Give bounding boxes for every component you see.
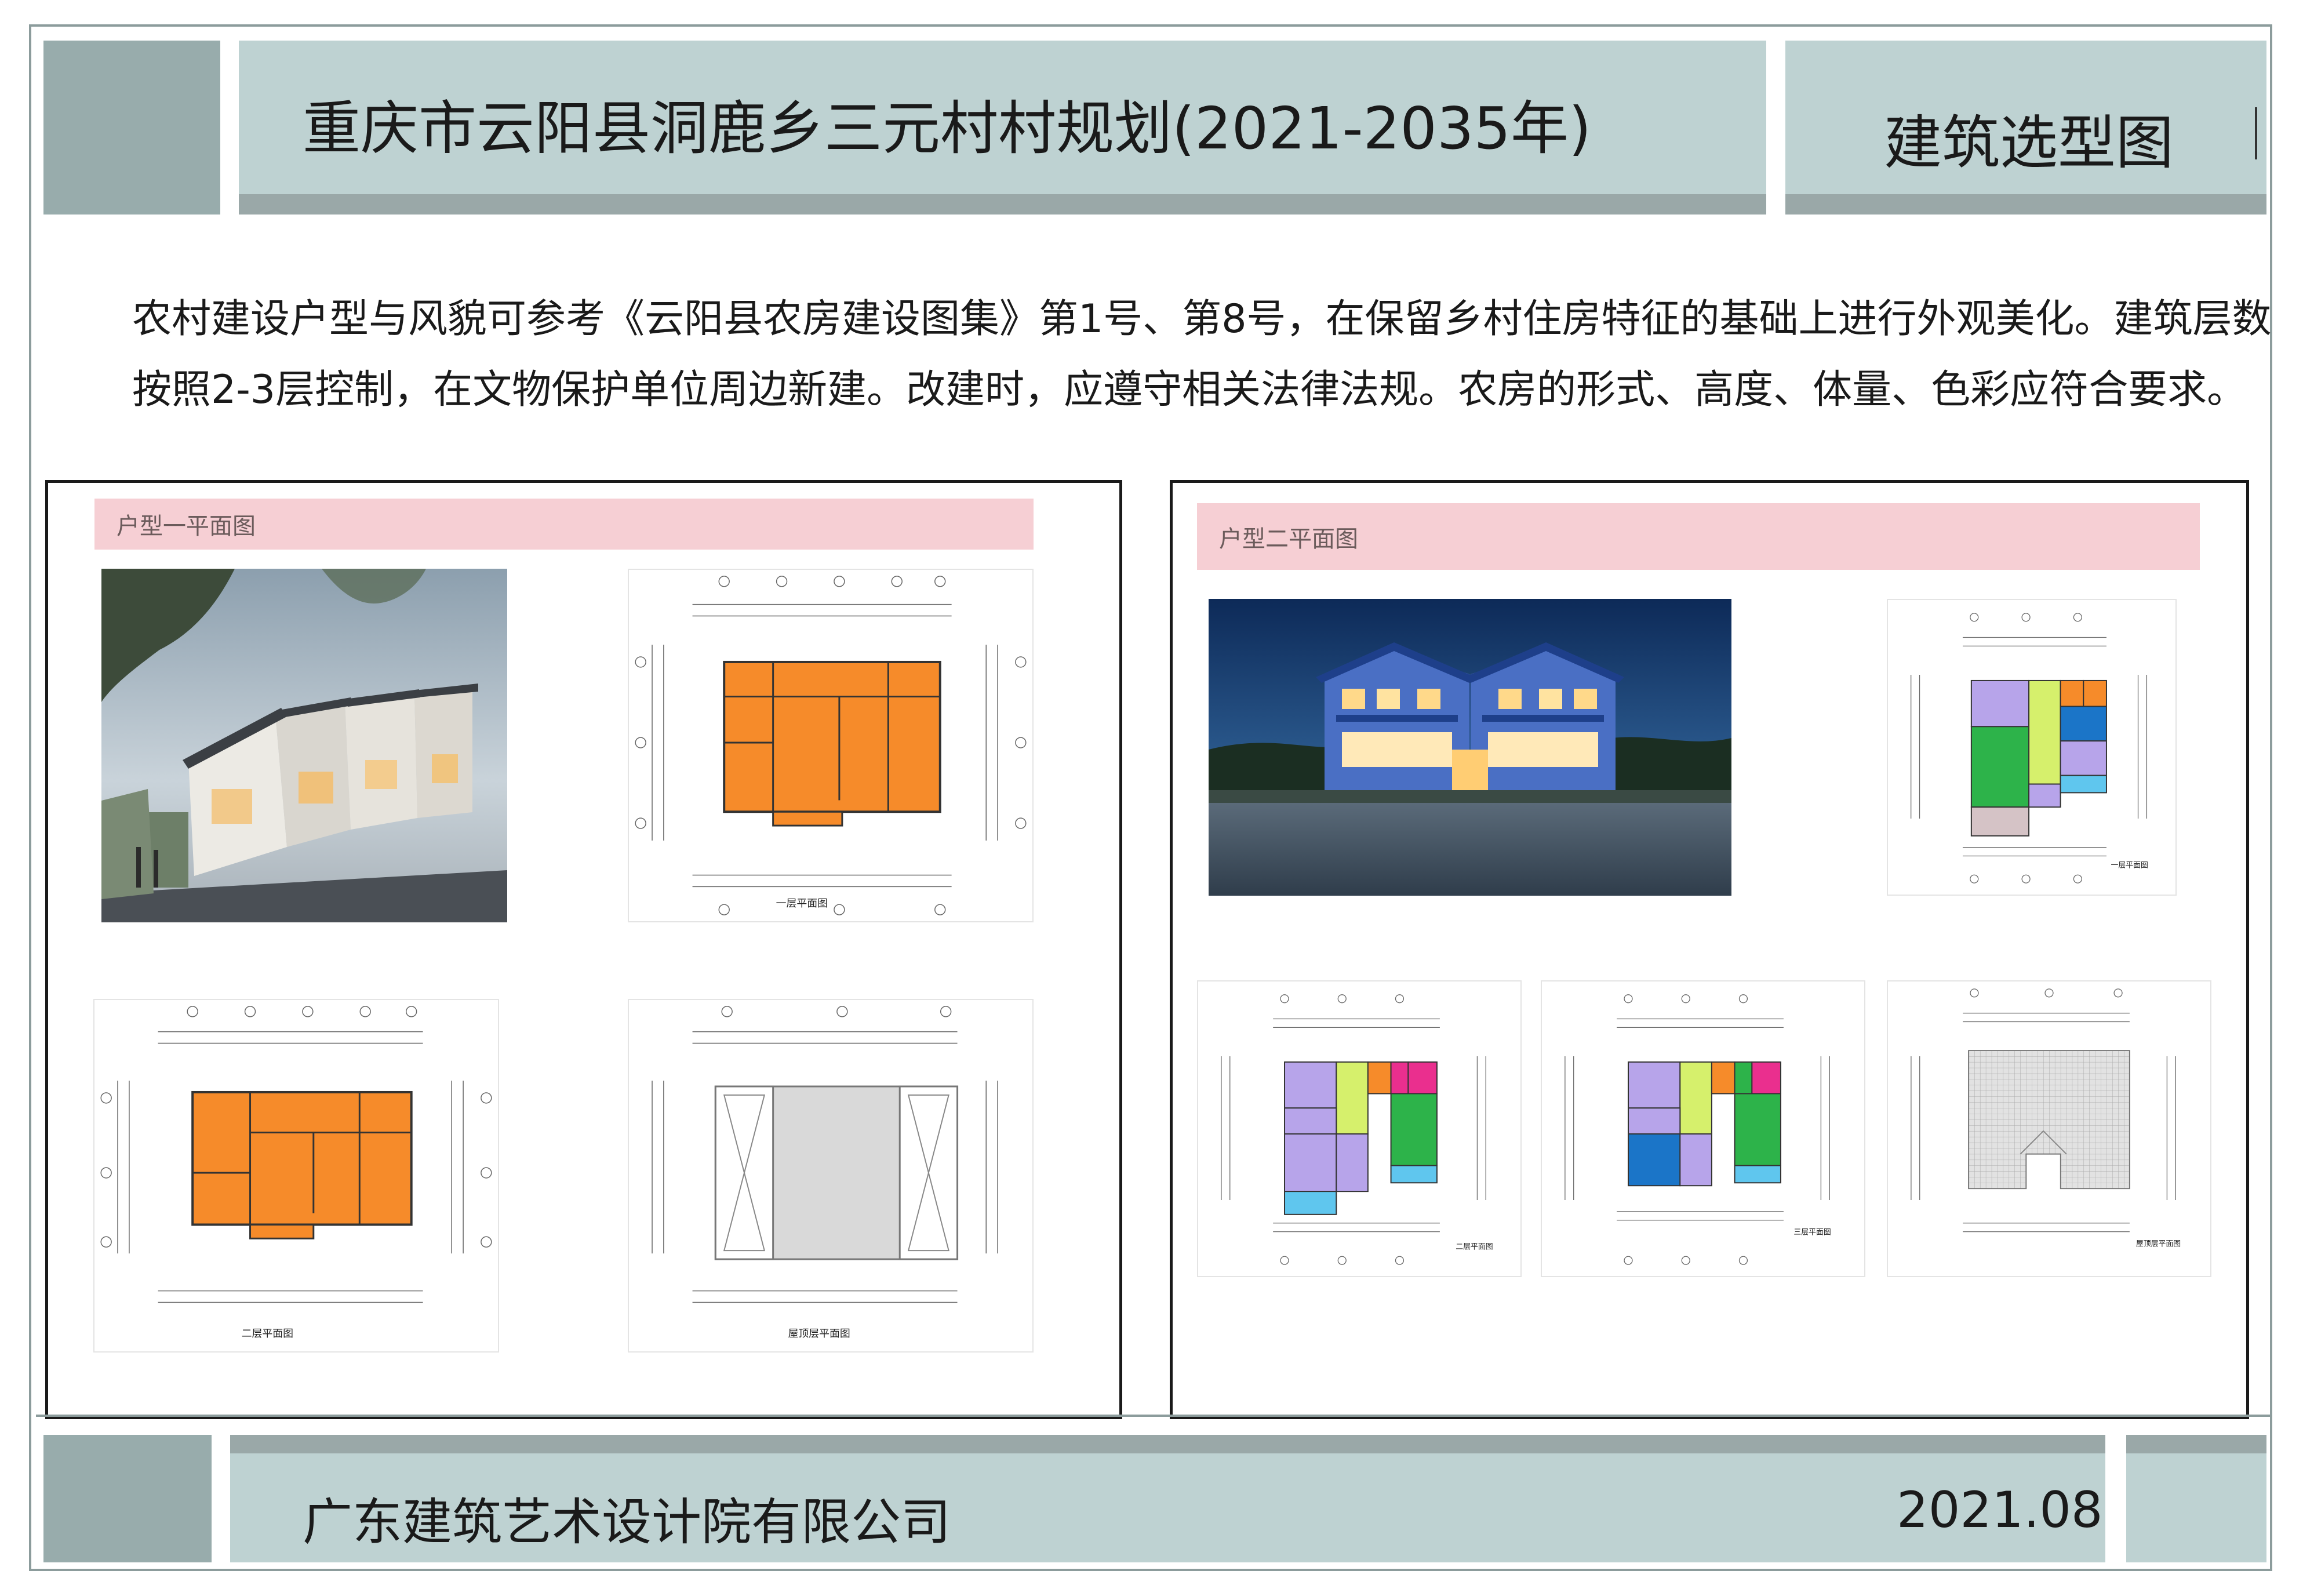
footer-right-shadow (2126, 1435, 2266, 1453)
header-title-bar: 重庆市云阳县洞鹿乡三元村村规划(2021-2035年) (239, 41, 1766, 194)
house-type-2-rendering (1209, 599, 1731, 896)
footer-company: 广东建筑艺术设计院有限公司 (303, 1493, 951, 1551)
page-title: 重庆市云阳县洞鹿乡三元村村规划(2021-2035年) (303, 94, 1592, 162)
plan-caption: 二层平面图 (242, 1328, 293, 1340)
plan-caption: 一层平面图 (776, 897, 828, 910)
house-type-1-second-floor-plan: 二层平面图 (93, 999, 499, 1353)
plan-caption: 一层平面图 (2111, 861, 2148, 870)
panel-house-type-1: 户型一平面图 一层平面图 二层平面图 屋顶层平面图 (45, 480, 1122, 1419)
footer-bar: 广东建筑艺术设计院有限公司 2021.08 (230, 1453, 2105, 1562)
plan-caption: 三层平面图 (1793, 1228, 1831, 1237)
intro-paragraph: 农村建设户型与风貌可参考《云阳县农房建设图集》第1号、第8号，在保留乡村住房特征… (132, 284, 2272, 426)
header-section-shadow (1785, 194, 2266, 215)
panel-2-heading: 户型二平面图 (1197, 503, 2200, 570)
plan-caption: 屋顶层平面图 (788, 1328, 850, 1340)
plan-caption: 二层平面图 (1456, 1242, 1493, 1251)
intro-line-2: 按照2-3层控制，在文物保护单位周边新建。改建时，应遵守相关法律法规。农房的形式… (132, 367, 2247, 413)
panel-house-type-2: 户型二平面图 一层平面图 二层平面图 三层平面图 屋顶层平面图 (1170, 480, 2249, 1419)
plan-caption: 屋顶层平面图 (2136, 1239, 2181, 1248)
footer-date: 2021.08 (1897, 1481, 2103, 1539)
panel-1-heading: 户型一平面图 (94, 499, 1034, 550)
section-title-divider (2255, 107, 2257, 159)
intro-line-1: 农村建设户型与风貌可参考《云阳县农房建设图集》第1号、第8号，在保留乡村住房特征… (132, 296, 2272, 342)
house-type-1-ground-floor-plan: 一层平面图 (628, 569, 1034, 922)
header-corner-block-left (43, 41, 220, 215)
house-type-2-second-floor-plan: 二层平面图 (1197, 980, 1522, 1277)
footer-separator (36, 1415, 2271, 1417)
house-type-1-roof-plan: 屋顶层平面图 (628, 999, 1034, 1353)
house-type-2-roof-plan: 屋顶层平面图 (1887, 980, 2211, 1277)
house-type-2-third-floor-plan: 三层平面图 (1541, 980, 1865, 1277)
footer-bar-top-shadow (230, 1435, 2105, 1453)
house-type-2-ground-floor-plan: 一层平面图 (1887, 599, 2177, 896)
header-title-shadow (239, 194, 1766, 215)
header-section-bar: 建筑选型图 (1785, 41, 2266, 194)
house-type-1-rendering (101, 569, 507, 922)
footer-corner-block-left (43, 1435, 212, 1562)
section-title: 建筑选型图 (1884, 109, 2174, 177)
footer-corner-block-right (2126, 1453, 2266, 1562)
